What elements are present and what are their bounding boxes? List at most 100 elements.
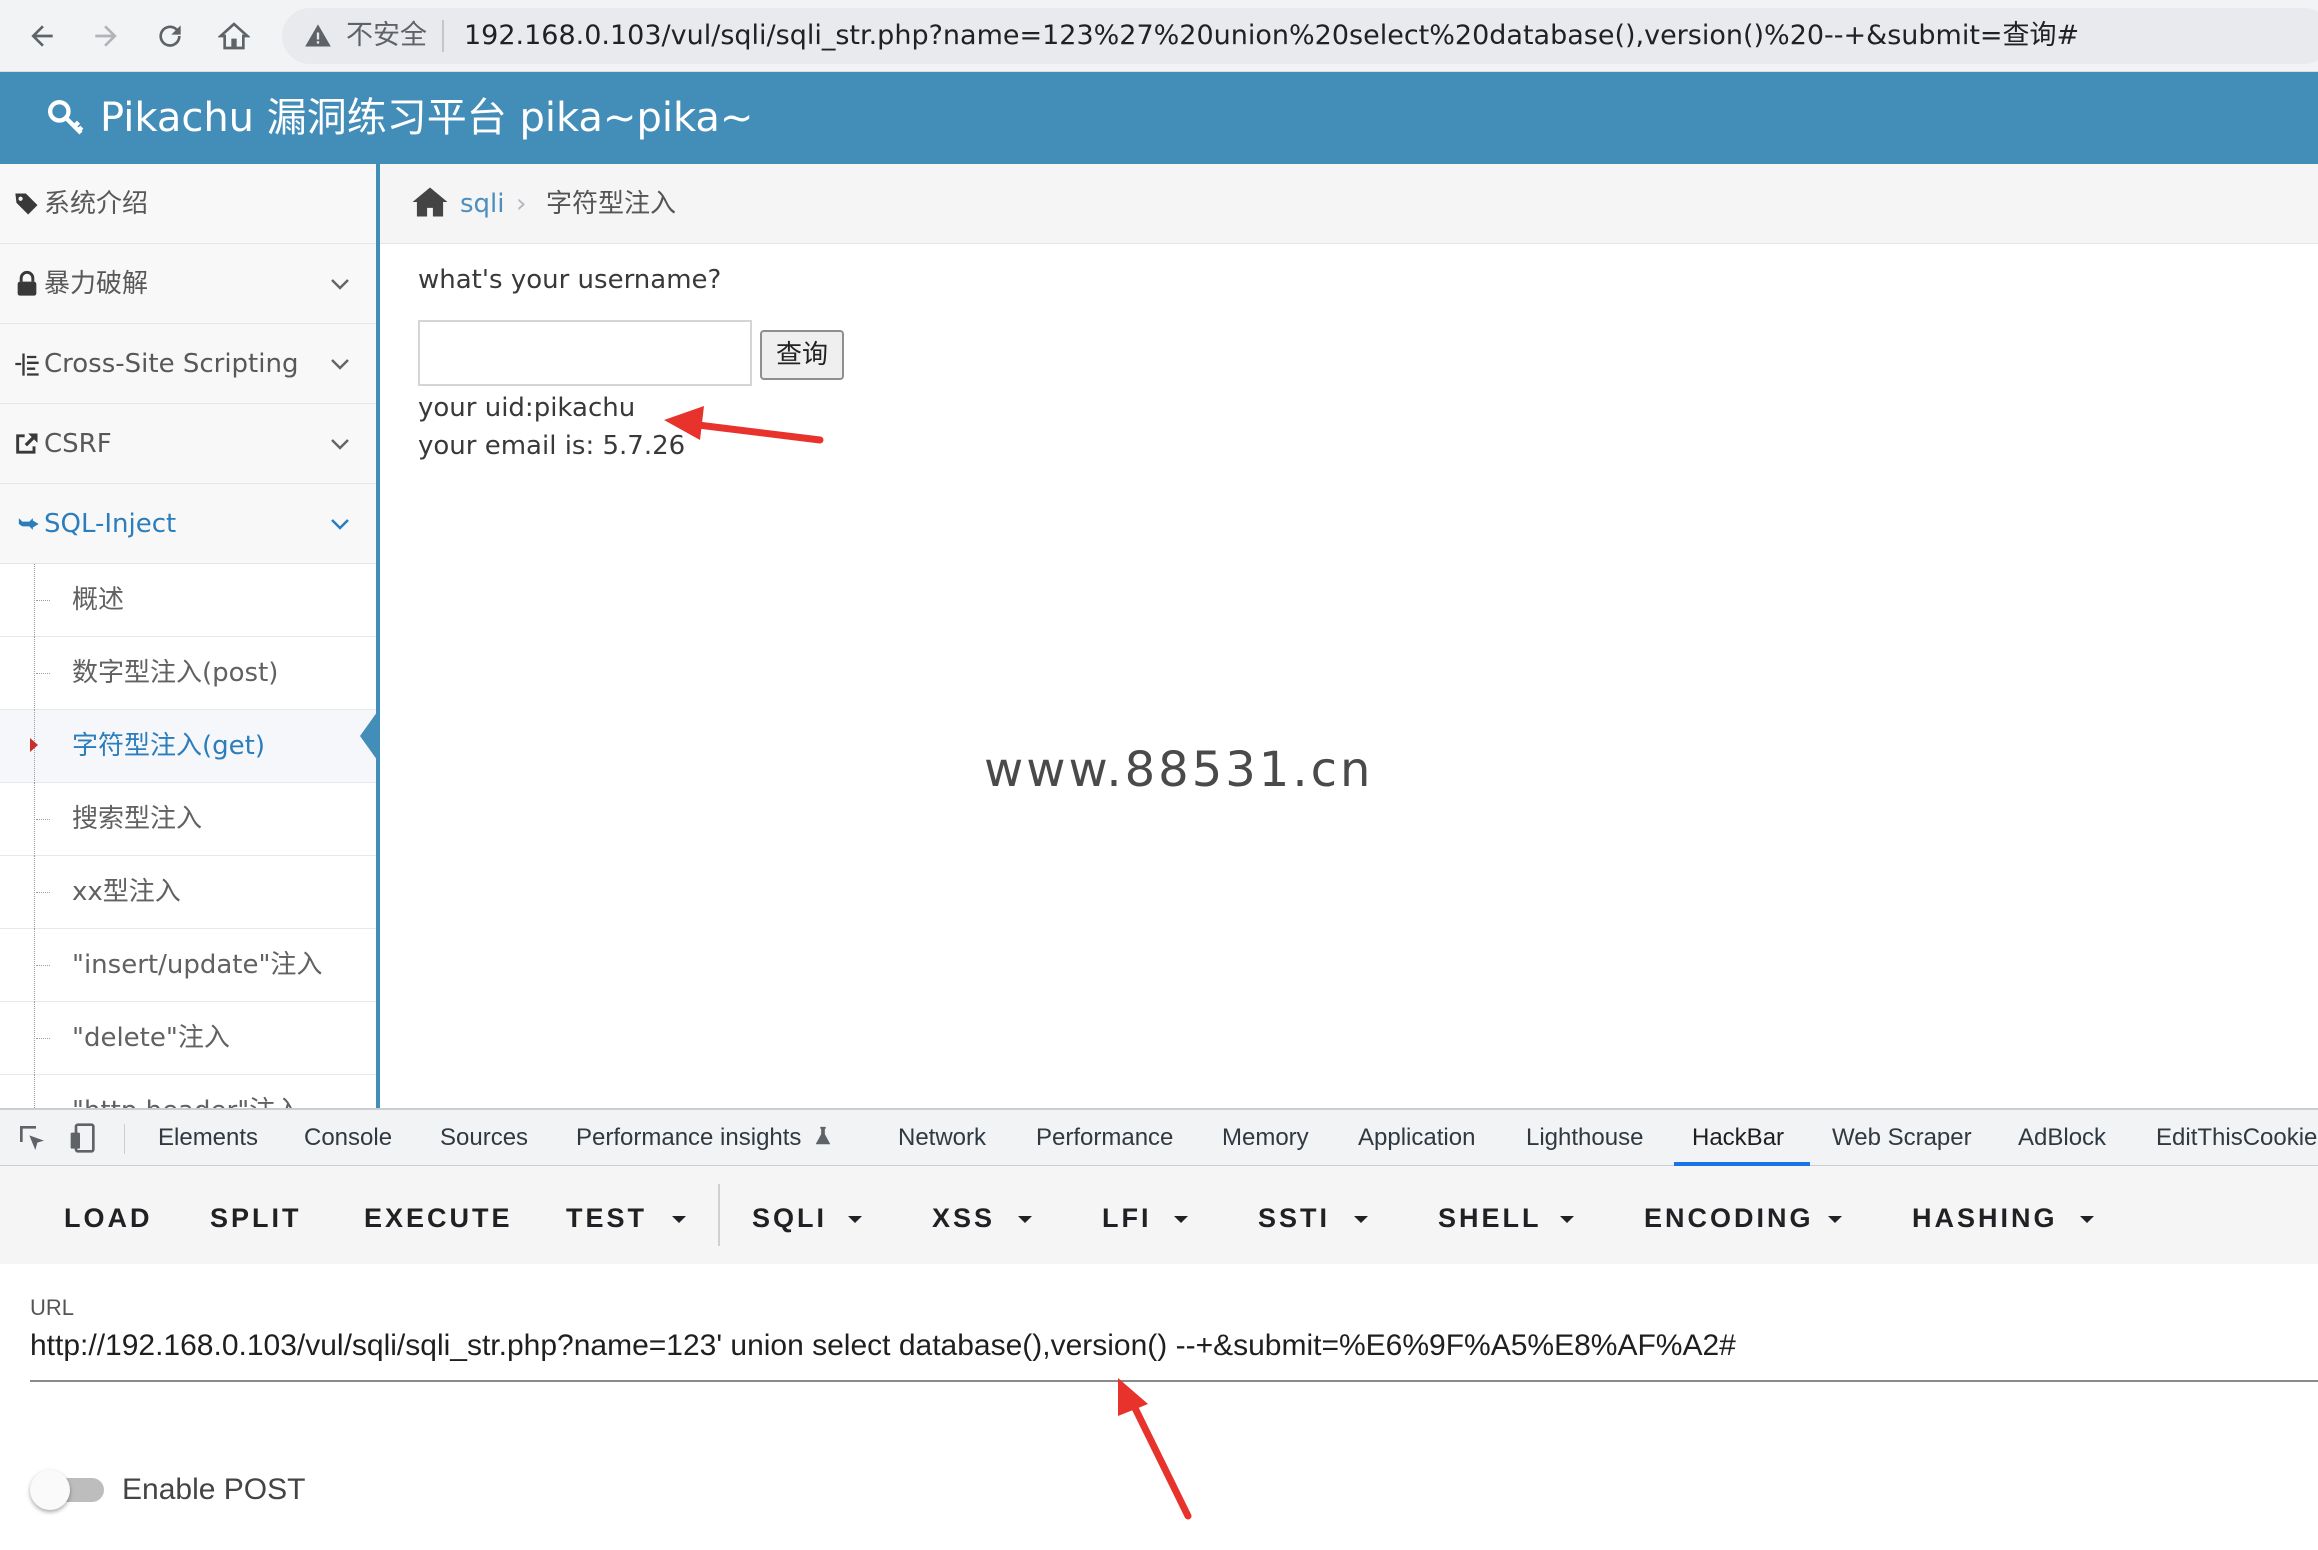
tags-icon (15, 193, 38, 215)
split-button[interactable]: SPLIT (210, 1202, 302, 1234)
home-icon[interactable] (412, 186, 448, 218)
load-button[interactable]: LOAD (64, 1202, 153, 1234)
encoding-button[interactable]: ENCODING (1644, 1202, 1814, 1234)
tab-memory[interactable]: Memory (1222, 1122, 1309, 1154)
address-bar[interactable]: 不安全 192.168.0.103/vul/sqli/sqli_str.php?… (282, 8, 2318, 64)
sidebar-item-intro[interactable]: 系统介绍 (0, 164, 376, 244)
tab-hackbar[interactable]: HackBar (1692, 1122, 1784, 1154)
sidebar-subitem-label: 概述 (72, 585, 125, 615)
sidebar: 系统介绍 暴力破解 Cross-Site Scripting CSRF SQL-… (0, 164, 380, 1108)
tab-adblock[interactable]: AdBlock (2018, 1122, 2106, 1154)
device-toggle-icon[interactable] (68, 1122, 100, 1154)
sidebar-subitem-search[interactable]: 搜索型注入 (0, 783, 376, 856)
breadcrumb: sqli › 字符型注入 (380, 164, 2318, 244)
sqli-button[interactable]: SQLI (752, 1202, 827, 1234)
share-icon (16, 433, 38, 454)
xss-button[interactable]: XSS (932, 1202, 995, 1234)
sidebar-subitem-overview[interactable]: 概述 (0, 564, 376, 637)
sidebar-item-bruteforce[interactable]: 暴力破解 (0, 244, 376, 324)
sidebar-subitem-string-get[interactable]: 字符型注入(get) (0, 710, 376, 783)
enable-post-toggle[interactable] (30, 1468, 106, 1510)
tab-elements[interactable]: Elements (158, 1122, 258, 1154)
home-outline-icon (218, 22, 250, 50)
caret-down-icon (672, 1216, 686, 1223)
arrow-left-icon (31, 25, 53, 47)
address-text[interactable]: 192.168.0.103/vul/sqli/sqli_str.php?name… (464, 20, 2079, 52)
breadcrumb-link-sqli[interactable]: sqli (460, 186, 505, 222)
reload-icon (159, 25, 181, 47)
plane-icon (15, 518, 39, 530)
ssti-button[interactable]: SSTI (1258, 1202, 1330, 1234)
caret-down-icon (2080, 1216, 2094, 1223)
flask-icon (815, 1126, 831, 1145)
omnibox-divider (442, 20, 444, 52)
caret-down-icon (1560, 1216, 1574, 1223)
result-uid: your uid:pikachu (418, 393, 636, 423)
tab-sources[interactable]: Sources (440, 1122, 528, 1154)
sidebar-item-sqli[interactable]: SQL-Inject (0, 484, 376, 564)
sidebar-subitem-label: 数字型注入(post) (72, 658, 279, 688)
tab-application[interactable]: Application (1358, 1122, 1475, 1154)
sidebar-subitem-numeric-post[interactable]: 数字型注入(post) (0, 637, 376, 710)
reload-button[interactable] (146, 12, 194, 60)
forward-button[interactable] (82, 12, 130, 60)
sidebar-subitem-xx[interactable]: xx型注入 (0, 856, 376, 929)
lock-icon (17, 270, 37, 296)
app-title: Pikachu 漏洞练习平台 pika~pika~ (100, 95, 754, 141)
back-button[interactable] (18, 12, 66, 60)
username-prompt: what's your username? (418, 265, 722, 295)
tab-lighthouse[interactable]: Lighthouse (1526, 1122, 1643, 1154)
active-item-indicator (360, 708, 380, 764)
chevron-down-icon (331, 279, 349, 290)
execute-button[interactable]: EXECUTE (364, 1202, 513, 1234)
inspect-element-icon[interactable] (16, 1122, 48, 1154)
sidebar-item-xss[interactable]: Cross-Site Scripting (0, 324, 376, 404)
sidebar-item-label: 系统介绍 (44, 189, 149, 219)
sidebar-subitem-label: "delete"注入 (72, 1023, 230, 1053)
arrow-to-result-icon (664, 406, 824, 444)
breadcrumb-current: 字符型注入 (546, 189, 677, 219)
security-label: 不安全 (346, 20, 427, 51)
tab-network[interactable]: Network (898, 1122, 986, 1154)
url-field-label: URL (30, 1295, 75, 1320)
tab-performance[interactable]: Performance (1036, 1122, 1173, 1154)
browser-toolbar: 不安全 192.168.0.103/vul/sqli/sqli_str.php?… (0, 0, 2318, 72)
url-field-underline (30, 1380, 2318, 1382)
sidebar-item-label: CSRF (44, 429, 112, 459)
home-button[interactable] (210, 12, 258, 60)
sidebar-subitem-label: "http header"注入 (72, 1093, 301, 1108)
arrow-right-icon (95, 25, 117, 47)
hashing-button[interactable]: HASHING (1912, 1202, 2058, 1234)
list-icon (15, 353, 39, 376)
watermark: www.88531.cn (984, 742, 1374, 798)
devtools-tab-bar: Elements Console Sources Performance ins… (0, 1110, 2318, 1166)
key-icon (48, 100, 84, 135)
tab-performance-insights[interactable]: Performance insights (576, 1122, 801, 1154)
lfi-button[interactable]: LFI (1102, 1202, 1152, 1234)
sidebar-item-csrf[interactable]: CSRF (0, 404, 376, 484)
sidebar-subitem-insert-update[interactable]: "insert/update"注入 (0, 929, 376, 1002)
test-button[interactable]: TEST (566, 1202, 647, 1234)
toggle-knob (30, 1470, 70, 1510)
caret-right-icon (30, 738, 38, 752)
sidebar-subitem-label: 字符型注入(get) (72, 731, 265, 761)
submit-query-button[interactable]: 查询 (760, 330, 844, 380)
chevron-down-icon (331, 359, 349, 370)
sidebar-subitem-delete[interactable]: "delete"注入 (0, 1002, 376, 1075)
shell-button[interactable]: SHELL (1438, 1202, 1542, 1234)
username-input[interactable] (418, 320, 752, 386)
caret-down-icon (1828, 1216, 1842, 1223)
sidebar-subitem-label: xx型注入 (72, 877, 181, 907)
sidebar-subitem-http-header[interactable]: "http header"注入 (0, 1075, 376, 1108)
sidebar-subitem-label: "insert/update"注入 (72, 950, 323, 980)
sidebar-subitem-label: 搜索型注入 (72, 804, 203, 834)
url-field[interactable]: http://192.168.0.103/vul/sqli/sqli_str.p… (30, 1326, 1736, 1366)
tab-editthiscookie[interactable]: EditThisCookie (2156, 1122, 2317, 1154)
result-email: your email is: 5.7.26 (418, 431, 686, 461)
breadcrumb-separator: › (516, 189, 527, 219)
enable-post-label: Enable POST (122, 1473, 306, 1506)
sidebar-item-label: Cross-Site Scripting (44, 349, 299, 379)
tab-web-scraper[interactable]: Web Scraper (1832, 1122, 1972, 1154)
tab-console[interactable]: Console (304, 1122, 392, 1154)
warning-icon (305, 24, 331, 47)
